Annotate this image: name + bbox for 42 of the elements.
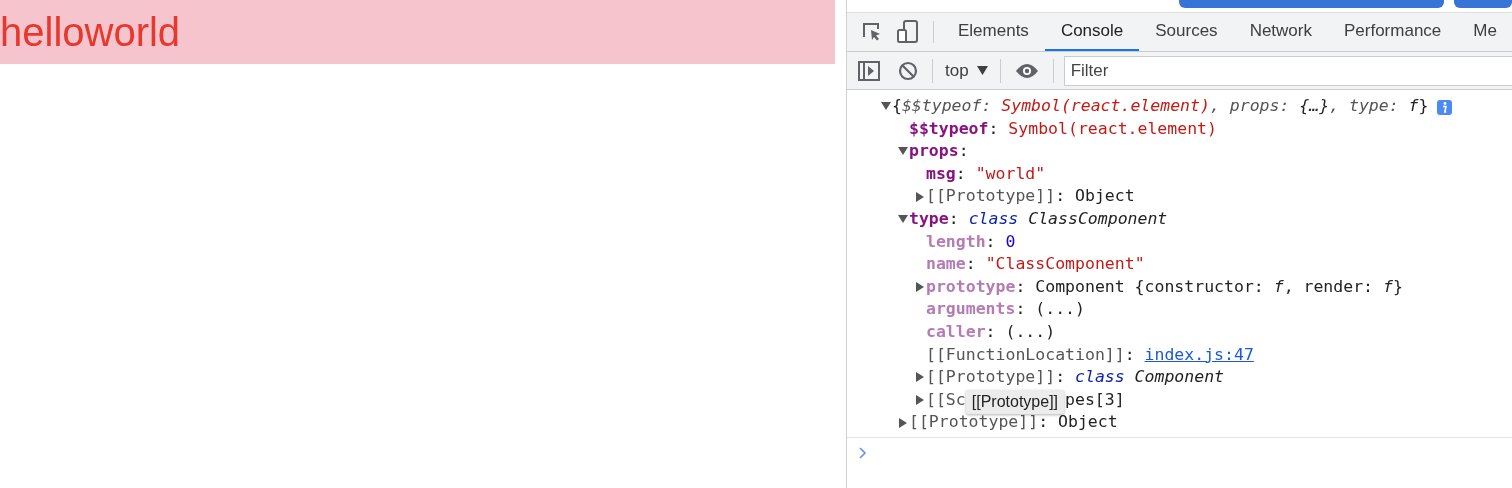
collapse-triangle-icon[interactable]: [881, 102, 891, 111]
tooltip: [[Prototype]]: [965, 390, 1064, 414]
expand-triangle-icon[interactable]: [916, 372, 924, 383]
panel-tab[interactable]: Elements: [942, 13, 1045, 51]
prompt-icon[interactable]: [859, 446, 867, 459]
sidebar-toggle-icon[interactable]: [858, 60, 880, 81]
info-icon[interactable]: [1437, 99, 1453, 115]
context-dropdown[interactable]: top: [933, 60, 1000, 81]
property-text: length: 0: [925, 230, 1016, 253]
property-text: [[Sc: [925, 388, 966, 411]
expand-triangle-icon[interactable]: [916, 395, 924, 405]
panel-tab[interactable]: Sources: [1139, 13, 1234, 51]
property-text: props:: [908, 140, 969, 163]
expand-triangle-icon[interactable]: [916, 191, 924, 202]
property-text: [[Prototype]]: class Component: [925, 366, 1225, 389]
device-icon[interactable]: [897, 20, 919, 44]
filter-field[interactable]: Filter: [1063, 55, 1512, 86]
panel-tab[interactable]: Network: [1233, 13, 1328, 51]
expand-triangle-icon[interactable]: [899, 417, 907, 428]
panel-tab[interactable]: Me: [1457, 13, 1512, 51]
property-text: $$typeof: Symbol(react.element): [908, 117, 1217, 140]
property-text: pes[3]: [1064, 388, 1125, 411]
property-text: name: "ClassComponent": [925, 253, 1145, 276]
source-link[interactable]: index.js:47: [1144, 343, 1254, 367]
property-text: {$$typeof: Symbol(react.element), props: {…}, type: f}: [891, 95, 1429, 117]
dropdown-caret-icon: [976, 66, 988, 75]
clear-icon[interactable]: [898, 60, 918, 81]
page-heading: helloworld: [0, 9, 181, 55]
property-text: type: class ClassComponent: [908, 207, 1168, 230]
collapse-triangle-icon[interactable]: [898, 147, 908, 156]
property-text: prototype: Component {constructor: f, render: f}: [925, 275, 1403, 298]
property-text: [[Prototype]]: Object: [908, 411, 1118, 434]
eye-icon[interactable]: [1014, 62, 1039, 79]
property-text: [[FunctionLocation]]:: [925, 343, 1136, 366]
property-text: msg: "world": [925, 162, 1046, 185]
property-text: arguments: (...): [925, 298, 1085, 321]
collapse-triangle-icon[interactable]: [898, 215, 908, 224]
property-text: caller: (...): [925, 320, 1056, 343]
panel-tab[interactable]: Performance: [1328, 13, 1458, 51]
expand-triangle-icon[interactable]: [916, 282, 924, 293]
toolbar-button[interactable]: [1454, 0, 1512, 8]
property-text: [[Prototype]]: Object: [925, 185, 1135, 208]
